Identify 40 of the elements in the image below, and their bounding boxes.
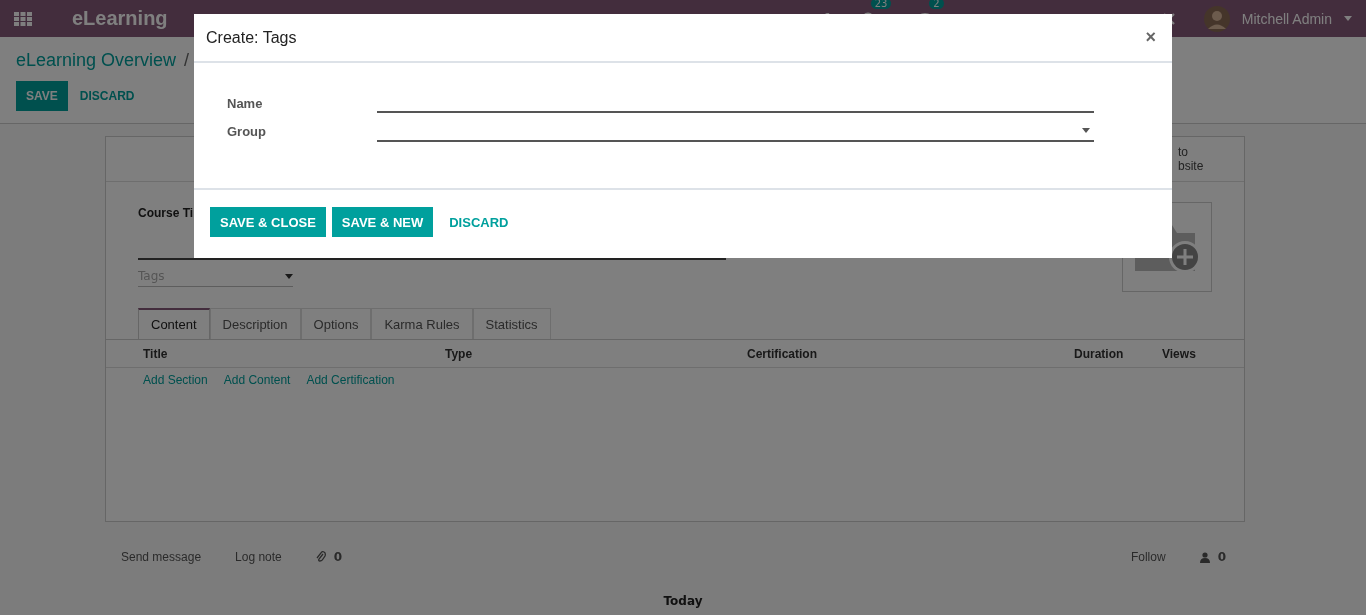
column-header: Certification [747,346,818,361]
follow-button[interactable]: Follow [1130,550,1166,564]
log-note-button[interactable]: Log note [235,550,282,564]
save-button[interactable]: SAVE & CLOSE [210,207,326,237]
field-label: Group [227,123,267,139]
breadcrumb-link[interactable]: eLearning Overview [16,50,177,71]
app-grid-icon[interactable] [14,11,32,26]
discard-button[interactable]: DISCARD [69,81,145,111]
form-tab[interactable]: Karma Rules [371,308,473,339]
avatar-icon[interactable] [1203,5,1230,32]
column-header: Title [143,346,169,361]
form-tab[interactable]: Description [209,308,301,339]
caret-icon [285,273,293,279]
app-name: eLearning [72,7,168,30]
person-icon[interactable] [1199,551,1210,563]
form-tab[interactable]: Options [300,308,372,339]
breadcrumb-separator: / [184,50,190,71]
attachment-count: 0 [333,550,343,564]
save-button[interactable]: SAVE [16,81,68,111]
field-label: Name [227,95,264,111]
column-header: Views [1162,346,1197,361]
follower-count: 0 [1217,550,1226,564]
field-label: Course Ti [138,206,195,220]
save-button[interactable]: SAVE & NEW [331,207,434,237]
user-menu[interactable]: Mitchell Admin [1241,10,1332,27]
column-header: Duration [1074,346,1125,361]
send-message-button[interactable]: Send message [121,550,202,564]
add-link[interactable]: Add Section [143,373,208,387]
close-button[interactable]: × [1141,27,1160,48]
date-separator: Today [663,594,703,608]
form-tab[interactable]: Content [138,308,210,339]
caret-icon [1082,127,1090,133]
form-tab[interactable]: Statistics [472,308,551,339]
column-header: Type [445,346,474,361]
paperclip-icon[interactable] [315,551,326,563]
caret-icon[interactable] [1344,16,1352,21]
add-link[interactable]: Add Content [223,373,291,387]
discard-button[interactable]: DISCARD [439,207,519,237]
dialog-title: Create: Tags [206,28,297,47]
add-link[interactable]: Add Certification [306,373,395,387]
